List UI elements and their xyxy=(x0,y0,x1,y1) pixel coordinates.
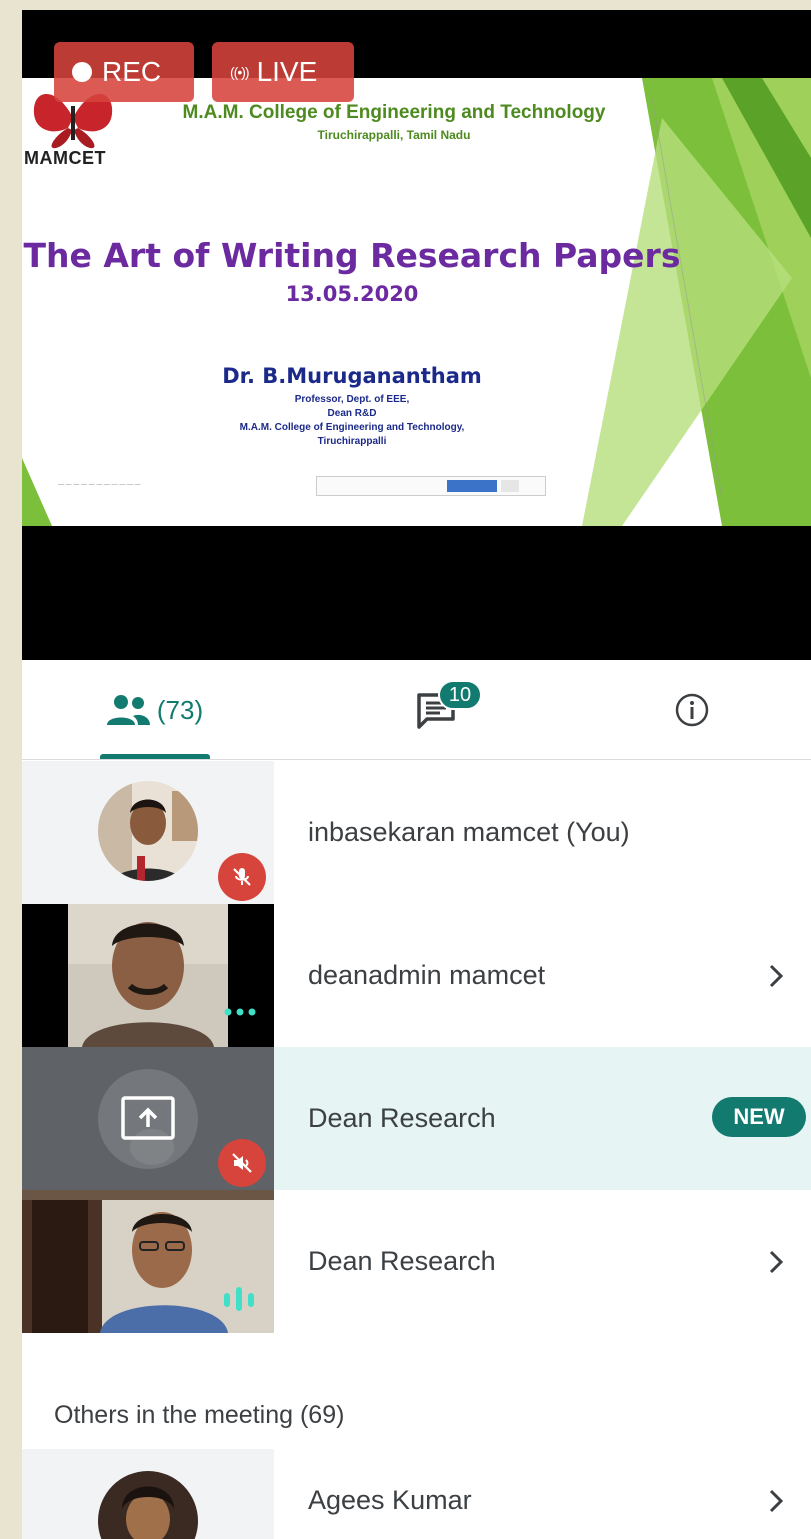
live-indicator: ((•)) LIVE xyxy=(212,42,354,102)
speaker-line: M.A.M. College of Engineering and Techno… xyxy=(239,422,465,433)
participant-name: deanadmin mamcet xyxy=(308,960,546,990)
slide-footer-text: — — — — — — — — — — — xyxy=(58,482,141,488)
participant-name: Dean Research xyxy=(308,1103,496,1133)
participant-row[interactable]: Dean Research xyxy=(22,1190,811,1333)
participant-thumbnail xyxy=(22,1047,274,1190)
avatar xyxy=(98,1471,198,1539)
tab-info[interactable] xyxy=(652,660,732,760)
participant-thumbnail xyxy=(22,1449,274,1539)
participant-video xyxy=(22,904,274,1047)
new-badge: NEW xyxy=(712,1097,806,1137)
speaker-line: Dean R&D xyxy=(327,408,377,419)
people-icon xyxy=(106,695,150,725)
speaker-name: Dr. B.Muruganantham xyxy=(222,364,482,388)
presentation-stage[interactable]: MAMCET M.A.M. College of Engineering and… xyxy=(22,10,811,660)
logo-text: MAMCET xyxy=(24,148,106,168)
participant-row[interactable]: Agees Kumar xyxy=(22,1449,811,1539)
speaker-line: Tiruchirappalli xyxy=(317,436,387,447)
slide-footer-button xyxy=(501,480,519,492)
participant-video-frame xyxy=(68,904,228,1047)
participant-name: Agees Kumar xyxy=(308,1485,472,1515)
speaker-muted-icon xyxy=(218,1139,266,1187)
active-tab-indicator xyxy=(100,754,210,759)
slide-footer-box xyxy=(316,476,546,496)
participant-row[interactable]: inbasekaran mamcet (You) xyxy=(22,761,811,904)
chevron-right-icon[interactable] xyxy=(768,1190,784,1333)
info-icon xyxy=(675,693,709,727)
participant-thumbnail xyxy=(22,761,274,904)
mic-muted-icon xyxy=(218,853,266,901)
broadcast-icon: ((•)) xyxy=(230,64,250,80)
tab-chat[interactable]: 10 xyxy=(382,660,492,760)
unread-chat-badge: 10 xyxy=(438,680,482,710)
speaker-line: Professor, Dept. of EEE, xyxy=(294,394,410,405)
present-screen-icon xyxy=(120,1095,176,1141)
talk-date: 13.05.2020 xyxy=(285,282,419,306)
participant-video xyxy=(22,1190,274,1333)
record-dot-icon xyxy=(72,62,92,82)
speaking-indicator-icon xyxy=(220,1284,260,1314)
college-name: M.A.M. College of Engineering and Techno… xyxy=(182,102,606,123)
chevron-right-icon[interactable] xyxy=(768,1429,784,1539)
people-count: (73) xyxy=(156,694,204,725)
presentation-slide: MAMCET M.A.M. College of Engineering and… xyxy=(22,78,811,526)
participant-row[interactable]: Dean Research NEW xyxy=(22,1047,811,1190)
more-options-icon[interactable] xyxy=(222,1004,262,1020)
tab-bar: (73) 10 xyxy=(22,660,811,760)
live-label: LIVE xyxy=(256,56,318,87)
others-section-label: Others in the meeting (69) xyxy=(54,1401,345,1429)
tab-people[interactable]: (73) xyxy=(94,660,214,760)
participant-row[interactable]: deanadmin mamcet xyxy=(22,904,811,1047)
participant-name: Dean Research xyxy=(308,1246,496,1276)
participant-name: inbasekaran mamcet (You) xyxy=(308,817,630,847)
participants-list: inbasekaran mamcet (You) deanadmin mamce… xyxy=(22,761,811,1539)
college-place: Tiruchirappalli, Tamil Nadu xyxy=(317,128,471,142)
talk-title: The Art of Writing Research Papers xyxy=(23,236,681,275)
meet-app: MAMCET M.A.M. College of Engineering and… xyxy=(22,10,811,1539)
chevron-right-icon[interactable] xyxy=(768,904,784,1047)
slide-footer-button xyxy=(447,480,497,492)
rec-label: REC xyxy=(102,56,162,87)
rec-indicator: REC xyxy=(54,42,194,102)
